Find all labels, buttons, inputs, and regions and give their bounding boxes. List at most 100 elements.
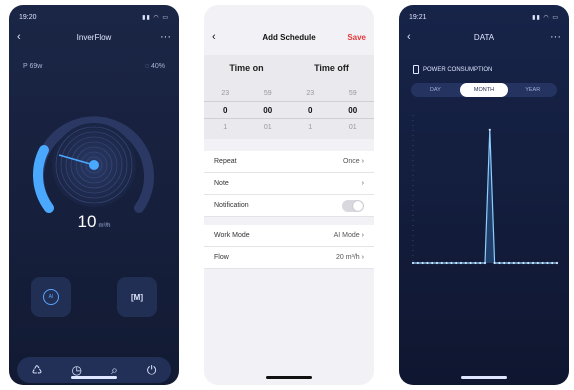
data-point[interactable]: [411, 261, 415, 265]
notification-label: Notification: [214, 202, 249, 209]
picker-cell[interactable]: 00: [247, 106, 290, 115]
data-point[interactable]: [426, 261, 429, 265]
data-point[interactable]: [522, 261, 525, 265]
status-bar: 19:20 ▮▮ ◠ ▭: [19, 11, 169, 23]
save-button[interactable]: Save: [347, 33, 366, 42]
note-row[interactable]: Note ›: [204, 173, 374, 195]
picker-row[interactable]: 1 01 1 01: [204, 119, 374, 135]
home-indicator: [266, 376, 312, 379]
signal-wifi-battery-icon: ▮▮ ◠ ▭: [142, 14, 169, 21]
back-icon[interactable]: ‹: [17, 31, 21, 43]
header: ‹ Add Schedule Save: [212, 29, 366, 45]
series-area: [413, 129, 557, 263]
data-point[interactable]: [498, 261, 501, 265]
data-point[interactable]: [546, 261, 549, 265]
data-point[interactable]: [464, 261, 467, 265]
flow-gauge[interactable]: [29, 100, 159, 230]
data-point[interactable]: [483, 261, 487, 265]
picker-cell[interactable]: 59: [247, 90, 290, 97]
manual-mode-button[interactable]: [M]: [117, 277, 157, 317]
flow-display: 10 m³/h: [9, 212, 179, 232]
work-mode-value: AI Mode: [333, 232, 360, 239]
data-point[interactable]: [431, 261, 434, 265]
power-icon[interactable]: ⏻: [147, 363, 157, 378]
picker-cell[interactable]: 1: [204, 124, 247, 131]
data-point[interactable]: [531, 261, 535, 265]
picker-cell[interactable]: 0: [204, 106, 247, 115]
picker-cell[interactable]: 00: [332, 106, 375, 115]
data-point[interactable]: [474, 261, 477, 265]
data-point[interactable]: [536, 261, 539, 265]
tab-month[interactable]: MONTH: [459, 83, 509, 97]
time-headers: Time on Time off: [204, 63, 374, 73]
data-point[interactable]: [440, 261, 443, 265]
data-point[interactable]: [512, 261, 515, 265]
data-point[interactable]: [551, 261, 554, 265]
data-point[interactable]: [469, 261, 472, 265]
page-title: DATA: [473, 32, 495, 42]
time-picker[interactable]: 23 59 23 59 0 00 0 00 1 01 1 01: [204, 85, 374, 135]
ai-mode-icon: AI: [43, 289, 59, 305]
data-point[interactable]: [455, 261, 458, 265]
data-point[interactable]: [416, 261, 419, 265]
data-point[interactable]: [541, 261, 544, 265]
data-point[interactable]: [507, 261, 511, 265]
data-point[interactable]: [435, 261, 439, 265]
recycle-icon[interactable]: ♺: [32, 363, 43, 377]
header: ‹ DATA ···: [407, 29, 561, 45]
chevron-right-icon: ›: [361, 254, 364, 261]
status-bar: 19:21 ▮▮ ◠ ▭: [409, 11, 559, 23]
data-point[interactable]: [459, 261, 463, 265]
picker-row-selected[interactable]: 0 00 0 00: [204, 101, 374, 119]
flow-number: 10: [77, 212, 97, 231]
more-icon[interactable]: ···: [160, 31, 171, 43]
clock-icon[interactable]: ◷: [71, 363, 81, 377]
flow-value: 20 m³/h: [335, 254, 360, 261]
tab-day[interactable]: DAY: [411, 83, 460, 97]
picker-cell[interactable]: 0: [289, 106, 332, 115]
ai-mode-button[interactable]: AI: [31, 277, 71, 317]
header: ‹ InverFlow ···: [17, 29, 171, 45]
note-label: Note: [214, 180, 229, 187]
signal-wifi-battery-icon: ▮▮ ◠ ▭: [532, 14, 559, 21]
data-point[interactable]: [555, 261, 559, 265]
tab-bar: ♺ ◷ ⌕ ⏻: [17, 357, 171, 383]
picker-cell[interactable]: 1: [289, 124, 332, 131]
picker-row[interactable]: 23 59 23 59: [204, 85, 374, 101]
phone-data: 19:21 ▮▮ ◠ ▭ ‹ DATA ··· POWER CONSUMPTIO…: [399, 5, 569, 385]
data-point[interactable]: [503, 261, 506, 265]
percent-value: 40%: [150, 63, 165, 70]
data-point[interactable]: [488, 128, 491, 131]
data-point[interactable]: [450, 261, 453, 265]
chevron-right-icon: ›: [361, 158, 364, 165]
section-title: POWER CONSUMPTION: [423, 66, 493, 73]
series-line: [413, 129, 557, 264]
data-point[interactable]: [421, 261, 424, 265]
manual-mode-icon: [M]: [131, 292, 143, 302]
data-point[interactable]: [479, 261, 482, 265]
clock: 19:20: [19, 13, 37, 21]
data-point[interactable]: [445, 261, 448, 265]
picker-cell[interactable]: 01: [332, 124, 375, 131]
notification-toggle[interactable]: [342, 199, 364, 212]
back-icon[interactable]: ‹: [407, 31, 411, 43]
flow-value-wrap: 20 m³/h ›: [336, 254, 364, 261]
back-icon[interactable]: ‹: [212, 31, 216, 43]
flow-label: Flow: [214, 254, 229, 261]
more-icon[interactable]: ···: [550, 31, 561, 43]
flow-row[interactable]: Flow 20 m³/h ›: [204, 247, 374, 269]
home-indicator: [461, 376, 507, 379]
page-title: Add Schedule: [262, 32, 316, 42]
repeat-row[interactable]: Repeat Once ›: [204, 151, 374, 173]
period-segmented-control: DAY MONTH YEAR: [411, 83, 557, 97]
picker-cell[interactable]: 23: [289, 90, 332, 97]
home-indicator: [71, 376, 117, 379]
picker-cell[interactable]: 59: [332, 90, 375, 97]
tab-year[interactable]: YEAR: [508, 83, 557, 97]
data-point[interactable]: [493, 261, 496, 265]
data-point[interactable]: [527, 261, 530, 265]
picker-cell[interactable]: 01: [247, 124, 290, 131]
picker-cell[interactable]: 23: [204, 90, 247, 97]
work-mode-row[interactable]: Work Mode AI Mode ›: [204, 225, 374, 247]
data-point[interactable]: [517, 261, 520, 265]
